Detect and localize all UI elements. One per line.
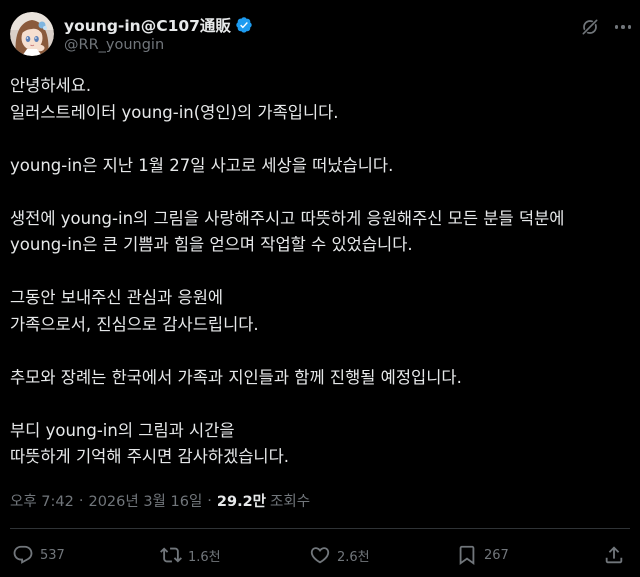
action-bar: 537 1.6천 2.6천 267 <box>0 540 640 572</box>
reply-icon <box>13 545 33 564</box>
views-label: 조회수 <box>270 494 311 510</box>
more-options-icon[interactable] <box>612 17 634 37</box>
post-line: young-in은 큰 기쁨과 힘을 얻으며 작업할 수 있었습니다. <box>10 235 413 254</box>
post-line: young-in은 지난 1월 27일 사고로 세상을 떠났습니다. <box>10 155 394 175</box>
repost-button[interactable]: 1.6천 <box>160 544 221 566</box>
post-line: 추모와 장례는 한국에서 가족과 지인들과 함께 진행될 예정입니다. <box>10 367 462 387</box>
avatar[interactable] <box>10 12 54 56</box>
post-line: 부디 young-in의 그림과 시간을 <box>10 420 235 440</box>
more-dot <box>621 25 625 29</box>
bookmark-button[interactable]: 267 <box>456 544 509 566</box>
bookmark-count: 267 <box>484 547 509 563</box>
repost-count: 1.6천 <box>188 549 221 565</box>
post-date[interactable]: 2026년 3월 16일 <box>88 490 202 511</box>
divider <box>10 528 630 529</box>
post-line: 일러스트레이터 young-in(영인)의 가족입니다. <box>10 102 339 122</box>
post-meta: 오후 7:42 · 2026년 3월 16일 · 29.2만 조회수 <box>10 490 310 511</box>
reply-button[interactable]: 537 <box>12 544 65 566</box>
meta-separator: · <box>207 492 212 509</box>
author-name-row[interactable]: young-in@C107通販 <box>64 14 253 36</box>
meta-separator: · <box>78 492 84 509</box>
like-button[interactable]: 2.6천 <box>309 544 370 566</box>
repost-icon <box>160 547 182 563</box>
heart-icon <box>310 547 330 564</box>
author-display-name[interactable]: young-in@C107通販 <box>64 14 231 36</box>
grok-icon[interactable] <box>580 17 600 37</box>
post-line: 안녕하세요. <box>10 76 92 95</box>
post-container: young-in@C107通販 @RR_youngin 안녕하세요. 일러스트레… <box>0 0 640 577</box>
post-line: 생전에 young-in의 그림을 사랑해주시고 따뜻하게 응원해주신 모든 분… <box>10 208 565 228</box>
like-count: 2.6천 <box>337 549 370 565</box>
more-dot <box>627 25 632 29</box>
avatar-image <box>10 12 54 56</box>
post-line: 가족으로서, 진심으로 감사드립니다. <box>10 314 259 334</box>
post-text: 안녕하세요. 일러스트레이터 young-in(영인)의 가족입니다. youn… <box>10 73 630 471</box>
share-icon <box>605 546 623 564</box>
verified-badge-icon <box>235 16 253 34</box>
post-time[interactable]: 오후 7:42 <box>10 490 74 511</box>
reply-count: 537 <box>40 547 65 563</box>
share-button[interactable] <box>603 544 625 566</box>
author-handle[interactable]: @RR_youngin <box>64 37 164 53</box>
post-line: 따뜻하게 기억해 주시면 감사하겠습니다. <box>10 447 290 466</box>
views-count[interactable]: 29.2만 <box>217 490 266 511</box>
bookmark-icon <box>459 545 475 566</box>
post-line: 그동안 보내주신 관심과 응원에 <box>10 288 224 307</box>
more-dot <box>614 25 619 29</box>
